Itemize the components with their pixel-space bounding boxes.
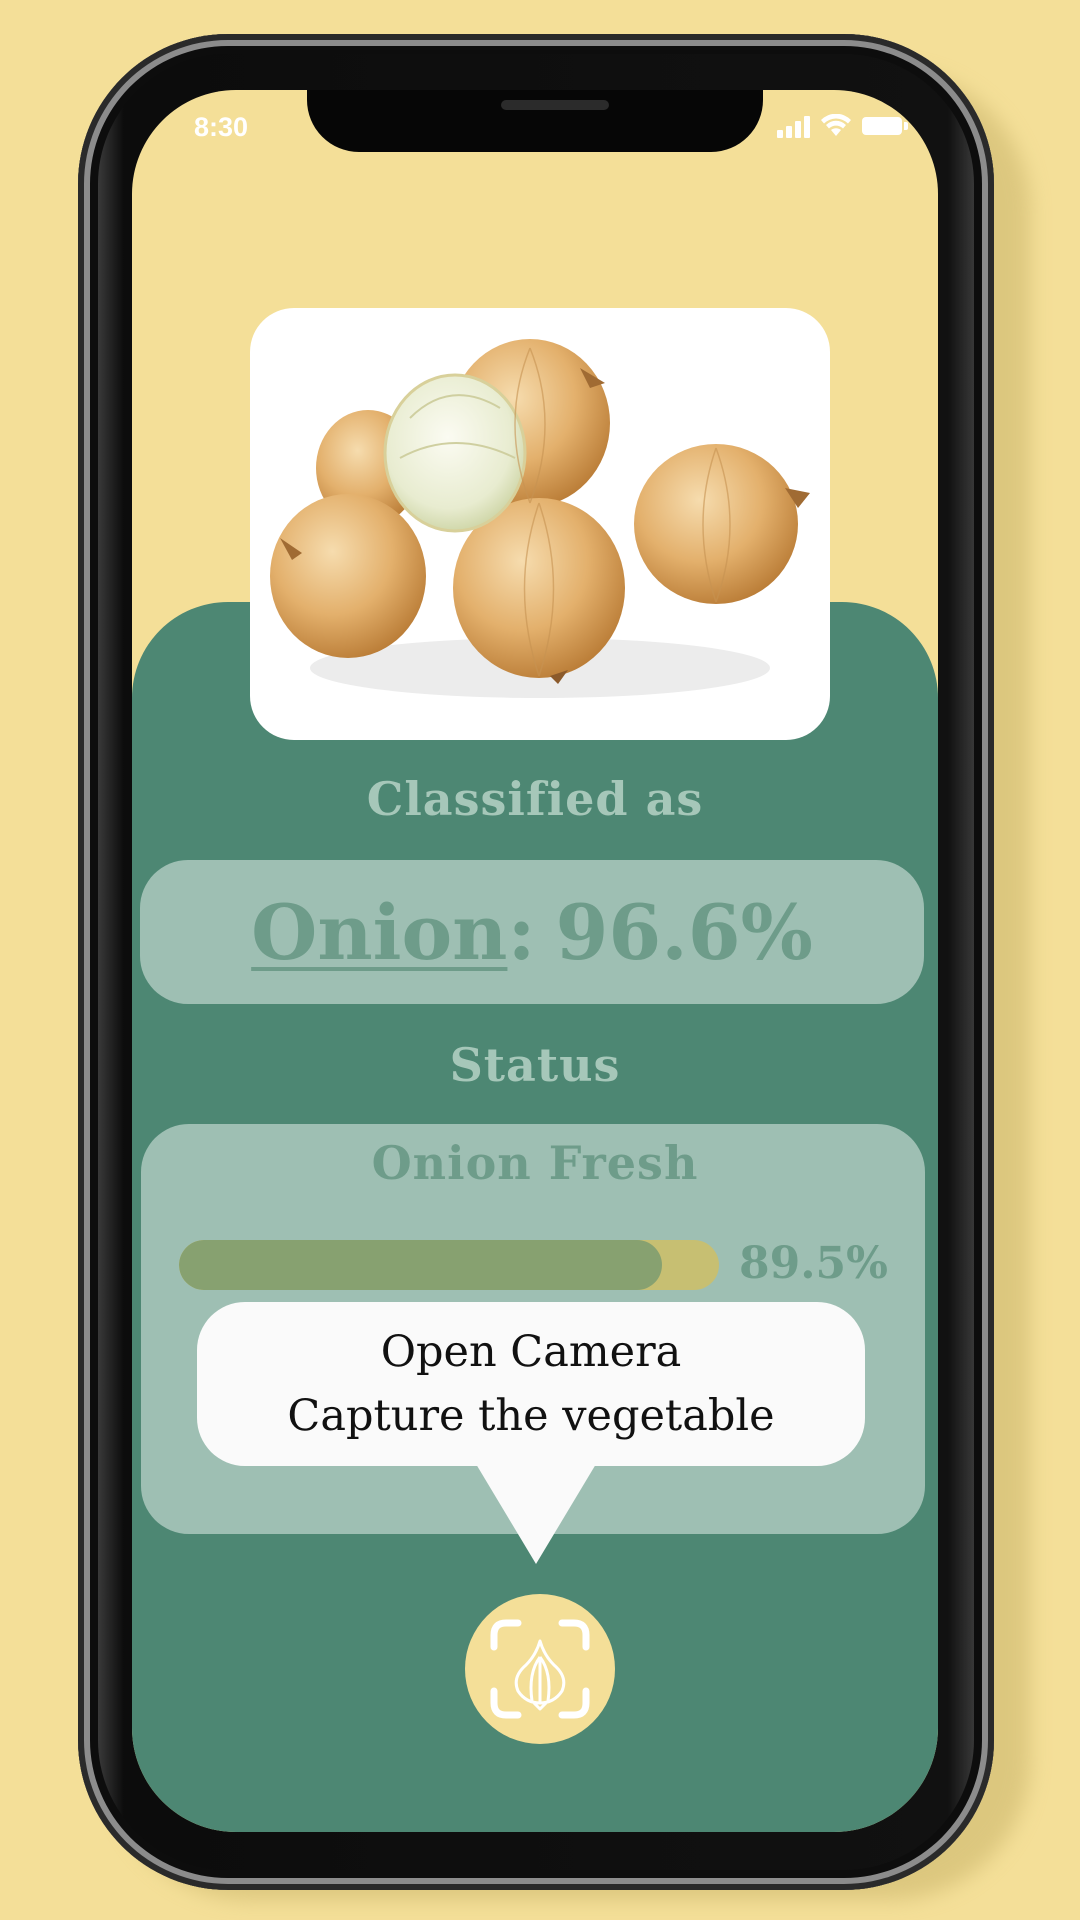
app-screen: 8:30 Classified as Onion: 96.6% Status … <box>132 90 938 1832</box>
freshness-value: 89.5% <box>739 1238 888 1289</box>
onion-photo <box>250 308 830 740</box>
camera-tooltip: Open Camera Capture the vegetable <box>197 1302 865 1466</box>
battery-icon <box>862 117 908 135</box>
notch <box>307 90 763 152</box>
tooltip-pointer <box>476 1464 596 1564</box>
status-bar-icons <box>777 114 908 138</box>
wifi-icon <box>821 114 851 136</box>
freshness-progress-bar <box>179 1240 719 1290</box>
status-label: Status <box>449 1038 621 1092</box>
classification-separator: : <box>507 887 536 977</box>
speaker <box>501 100 609 110</box>
classified-label: Classified as <box>366 772 704 826</box>
signal-icon <box>777 114 810 138</box>
classification-result: Onion:96.6% <box>140 860 924 1004</box>
classification-confidence: 96.6% <box>555 887 813 977</box>
classification-name: Onion <box>251 887 508 977</box>
tooltip-line-2: Capture the vegetable <box>287 1391 775 1441</box>
status-bar-time: 8:30 <box>194 112 249 142</box>
status-title: Onion Fresh <box>371 1136 699 1190</box>
scan-garlic-icon <box>490 1619 590 1719</box>
tooltip-line-1: Open Camera <box>380 1327 682 1377</box>
open-camera-button[interactable] <box>465 1594 615 1744</box>
freshness-progress-fill <box>179 1240 663 1290</box>
